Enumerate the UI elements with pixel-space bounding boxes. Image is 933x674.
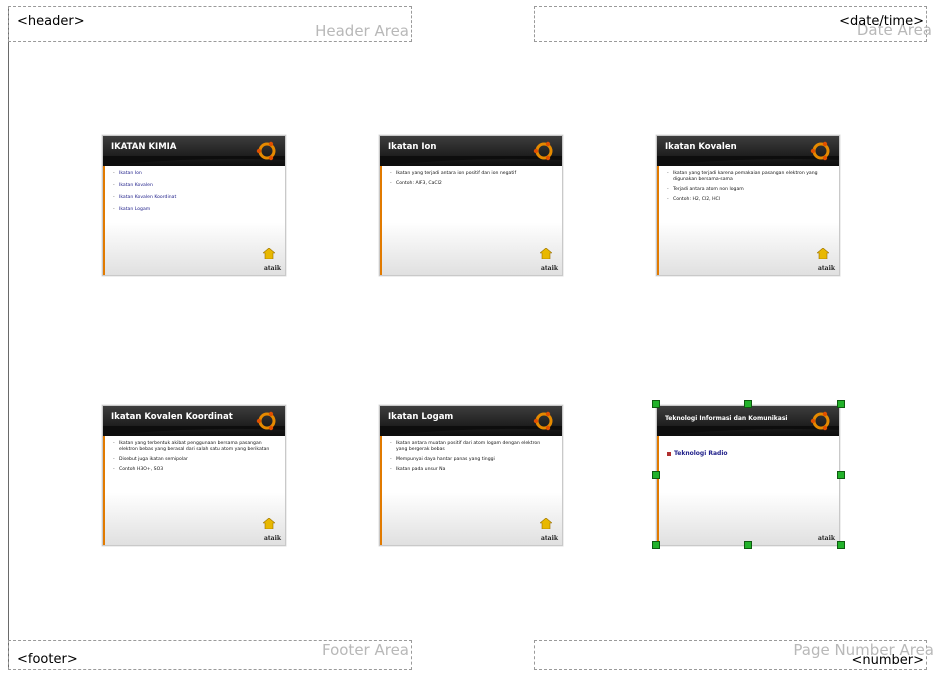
header-placeholder: <header> [17,14,85,29]
bullet-list: Teknologi Radio [667,451,827,461]
page-number-area[interactable]: Page Number Area <number> [534,640,933,670]
list-item: Mempunyai daya hantar panas yang tinggi [390,457,550,463]
resize-handle-bottom-center[interactable] [744,541,752,549]
list-item: Disebut juga ikatan semipolar [113,457,273,463]
resize-handle-middle-left[interactable] [652,471,660,479]
brand-text: ataik [541,265,558,272]
resize-handle-bottom-right[interactable] [837,541,845,549]
list-item[interactable]: Ikatan Ion [113,171,273,177]
bullet-list: Ikatan Ion Ikatan Kovalen Ikatan Kovalen… [113,171,273,219]
brand-text: ataik [818,535,835,542]
date-placeholder: <date/time> [839,14,924,29]
slide-thumbnail-5[interactable]: Ikatan Logam Ikatan antara muatan positi… [379,405,563,546]
list-item[interactable]: Ikatan Logam [113,207,273,213]
list-item[interactable]: Ikatan Kovalen [113,183,273,189]
footer-area[interactable]: Footer Area <footer> [8,640,412,670]
slide-title: IKATAN KIMIA [111,142,177,152]
number-placeholder: <number> [851,653,924,668]
home-icon[interactable] [540,518,552,529]
resize-handle-bottom-left[interactable] [652,541,660,549]
footer-placeholder: <footer> [17,652,78,667]
list-item: Ikatan antara muatan positif dari atom l… [390,441,550,453]
brand-text: ataik [264,535,281,542]
slide-thumbnail-3[interactable]: Ikatan Kovalen Ikatan yang terjadi karen… [656,135,840,276]
ubuntu-logo-icon [533,411,553,431]
bullet-list: Ikatan yang terjadi antara ion positif d… [390,171,550,191]
slide-title: Teknologi Informasi dan Komunikasi [665,415,788,422]
list-item: Ikatan yang terjadi antara ion positif d… [390,171,550,177]
resize-handle-top-right[interactable] [837,400,845,408]
date-area[interactable]: Date Area <date/time> [534,6,932,42]
slide-title: Ikatan Kovalen [665,142,737,152]
list-item: Terjadi antara atom non logam [667,187,827,193]
slide-thumbnail-1[interactable]: IKATAN KIMIA Ikatan Ion Ikatan Kovalen I… [102,135,286,276]
brand-text: ataik [264,265,281,272]
header-area[interactable]: <header> Header Area [8,6,412,42]
home-icon[interactable] [263,248,275,259]
resize-handle-middle-right[interactable] [837,471,845,479]
ubuntu-logo-icon [256,141,276,161]
header-area-label: Header Area [315,22,409,40]
list-item: Teknologi Radio [667,451,827,457]
home-icon[interactable] [540,248,552,259]
slide-title: Ikatan Kovalen Koordinat [111,412,233,422]
slide-thumbnail-2[interactable]: Ikatan Ion Ikatan yang terjadi antara io… [379,135,563,276]
home-icon[interactable] [817,248,829,259]
list-item: Ikatan pada unsur Na [390,467,550,473]
slide-sorter-view: { "areas": { "header": {"placeholder": "… [0,0,933,674]
list-item[interactable]: Ikatan Kovalen Koordinat [113,195,273,201]
brand-text: ataik [818,265,835,272]
list-item: Contoh: H2, Cl2, HCl [667,197,827,203]
resize-handle-top-left[interactable] [652,400,660,408]
ubuntu-logo-icon [810,141,830,161]
ubuntu-logo-icon [256,411,276,431]
list-item: Contoh: AlF3, CaCl2 [390,181,550,187]
list-item: Contoh H3O+, SO3 [113,467,273,473]
page-left-edge [8,6,9,668]
slide-title: Ikatan Ion [388,142,437,152]
bullet-list: Ikatan yang terbentuk akibat penggunaan … [113,441,273,477]
slide-thumbnail-6[interactable]: Teknologi Informasi dan Komunikasi Tekno… [656,405,840,546]
brand-text: ataik [541,535,558,542]
slide-thumbnail-4[interactable]: Ikatan Kovalen Koordinat Ikatan yang ter… [102,405,286,546]
bullet-list: Ikatan yang terjadi karena pemakaian pas… [667,171,827,207]
list-item: Ikatan yang terbentuk akibat penggunaan … [113,441,273,453]
resize-handle-top-center[interactable] [744,400,752,408]
home-icon[interactable] [263,518,275,529]
footer-area-label: Footer Area [321,641,409,659]
ubuntu-logo-icon [810,411,830,431]
ubuntu-logo-icon [533,141,553,161]
list-item: Ikatan yang terjadi karena pemakaian pas… [667,171,827,183]
bullet-list: Ikatan antara muatan positif dari atom l… [390,441,550,477]
slide-title: Ikatan Logam [388,412,454,422]
